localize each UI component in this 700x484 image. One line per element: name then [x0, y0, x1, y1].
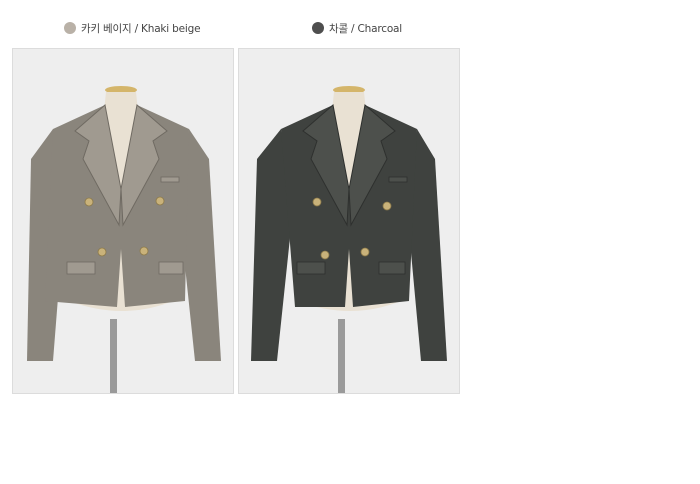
jacket-left-pocket-flap: [296, 261, 326, 275]
product-image-khaki-beige: [12, 48, 234, 394]
khaki-beige-swatch: [64, 22, 76, 34]
jacket-chest-pocket: [160, 176, 180, 183]
jacket-chest-pocket: [388, 176, 408, 183]
color-option-charcoal: 차콜 / Charcoal: [312, 20, 402, 36]
jacket-khaki-beige-illustration: [13, 49, 233, 393]
product-image-charcoal: [238, 48, 460, 394]
jacket-right-pocket-flap: [378, 261, 406, 275]
jacket-button: [320, 250, 330, 260]
jacket-button: [360, 247, 370, 257]
jacket-right-pocket-flap: [158, 261, 184, 275]
mannequin-stand: [110, 319, 117, 393]
charcoal-label: 차콜 / Charcoal: [329, 22, 402, 35]
charcoal-swatch: [312, 22, 324, 34]
color-option-khaki-beige: 카키 베이지 / Khaki beige: [64, 20, 201, 36]
jacket-button: [97, 247, 107, 257]
jacket-button: [155, 196, 165, 206]
jacket-charcoal-illustration: [239, 49, 459, 393]
jacket-button: [382, 201, 392, 211]
mannequin-stand: [338, 319, 345, 393]
jacket-button: [139, 246, 149, 256]
jacket-button: [84, 197, 94, 207]
jacket-button: [312, 197, 322, 207]
khaki-beige-label: 카키 베이지 / Khaki beige: [81, 22, 201, 35]
jacket-left-pocket-flap: [66, 261, 96, 275]
